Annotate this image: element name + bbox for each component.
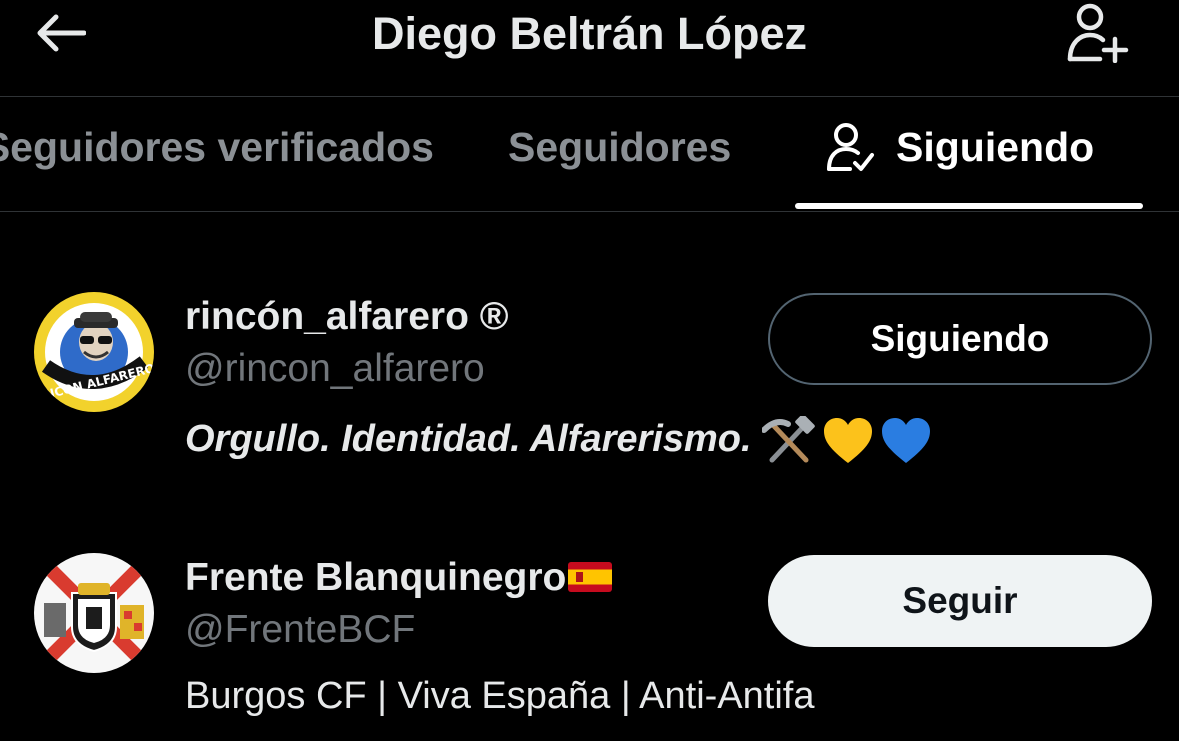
list-item[interactable]: RINCON ALFARERO rincón_alfarero ® @rinco…	[0, 280, 1179, 480]
page-title: Diego Beltrán López	[371, 8, 808, 59]
spain-flag-icon	[568, 561, 613, 592]
tab-label: Siguiendo	[896, 123, 1095, 170]
person-plus-icon	[1067, 3, 1129, 63]
user-handle[interactable]: @rincon_alfarero	[185, 346, 485, 392]
user-name[interactable]: Frente Blanquinegro	[185, 555, 613, 601]
hammer-and-pick-icon	[761, 415, 815, 463]
yellow-heart-icon	[823, 417, 872, 463]
tab-label: Seguidores	[508, 123, 732, 170]
avatar[interactable]	[34, 553, 154, 673]
bio-text: Orgullo. Identidad. Alfarerismo.	[185, 418, 752, 460]
unfollow-button[interactable]: Siguiendo	[768, 293, 1152, 385]
list-item[interactable]: Frente Blanquinegro @FrenteBCF Burgos CF…	[0, 545, 1179, 741]
follow-button[interactable]: Seguir	[768, 555, 1152, 647]
user-handle[interactable]: @FrenteBCF	[185, 607, 415, 653]
tab-bar: Seguidores verificados Seguidores Siguie…	[0, 97, 1179, 212]
avatar[interactable]: RINCON ALFARERO	[34, 292, 154, 412]
user-bio: Burgos CF | Viva España | Anti-Antifa	[185, 675, 815, 717]
tab-label: Seguidores verificados	[0, 123, 434, 170]
tab-verified-followers[interactable]: Seguidores verificados	[0, 97, 434, 197]
user-name-text: Frente Blanquinegro	[185, 556, 567, 599]
person-check-icon	[827, 123, 874, 171]
blue-heart-icon	[881, 417, 930, 463]
top-header: Diego Beltrán López	[0, 0, 1179, 97]
tab-followers[interactable]: Seguidores	[508, 97, 731, 197]
user-name[interactable]: rincón_alfarero ®	[185, 294, 509, 340]
tab-following[interactable]: Siguiendo	[826, 97, 1094, 197]
active-tab-indicator	[795, 203, 1143, 209]
user-bio: Orgullo. Identidad. Alfarerismo.	[185, 414, 932, 466]
add-user-button[interactable]	[1062, 0, 1134, 64]
